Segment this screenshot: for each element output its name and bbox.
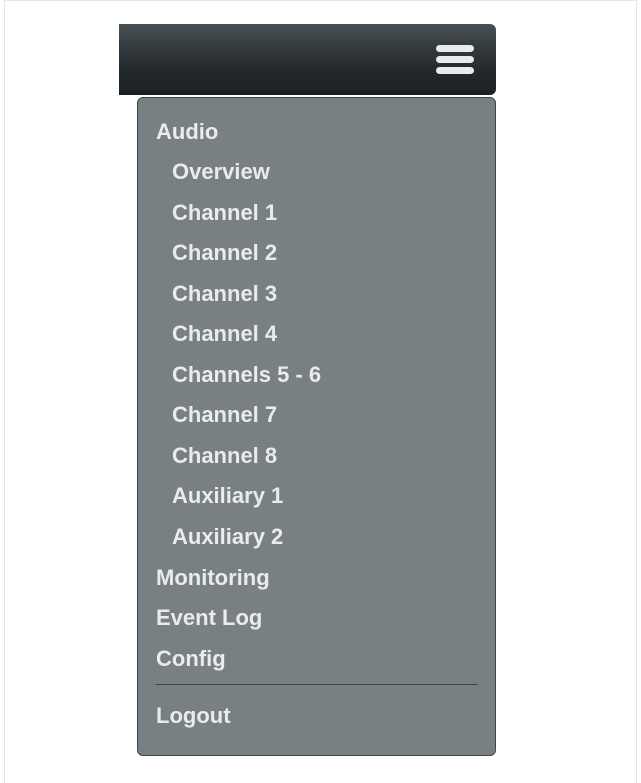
menu-item-channel-2[interactable]: Channel 2 bbox=[172, 240, 277, 266]
menu-item-event-log[interactable]: Event Log bbox=[156, 605, 262, 631]
menu-item-audio[interactable]: Audio bbox=[156, 119, 218, 145]
menu-item-channel-3[interactable]: Channel 3 bbox=[172, 281, 277, 307]
menu-bar-line bbox=[436, 56, 474, 63]
menu-item-channels-5-6[interactable]: Channels 5 - 6 bbox=[172, 362, 321, 388]
menu-item-monitoring[interactable]: Monitoring bbox=[156, 565, 270, 591]
top-navbar bbox=[119, 24, 496, 95]
nav-dropdown-menu: Audio Overview Channel 1 Channel 2 Chann… bbox=[137, 97, 496, 756]
hamburger-menu-icon[interactable] bbox=[436, 44, 474, 76]
menu-item-auxiliary-2[interactable]: Auxiliary 2 bbox=[172, 524, 283, 550]
menu-item-channel-1[interactable]: Channel 1 bbox=[172, 200, 277, 226]
menu-item-channel-4[interactable]: Channel 4 bbox=[172, 321, 277, 347]
menu-item-logout[interactable]: Logout bbox=[156, 703, 231, 729]
menu-item-channel-7[interactable]: Channel 7 bbox=[172, 402, 277, 428]
menu-bar-line bbox=[436, 67, 474, 74]
menu-bar-line bbox=[436, 45, 474, 52]
menu-item-config[interactable]: Config bbox=[156, 646, 226, 672]
menu-divider bbox=[156, 684, 478, 685]
menu-item-overview[interactable]: Overview bbox=[172, 159, 270, 185]
menu-item-auxiliary-1[interactable]: Auxiliary 1 bbox=[172, 483, 283, 509]
menu-item-channel-8[interactable]: Channel 8 bbox=[172, 443, 277, 469]
